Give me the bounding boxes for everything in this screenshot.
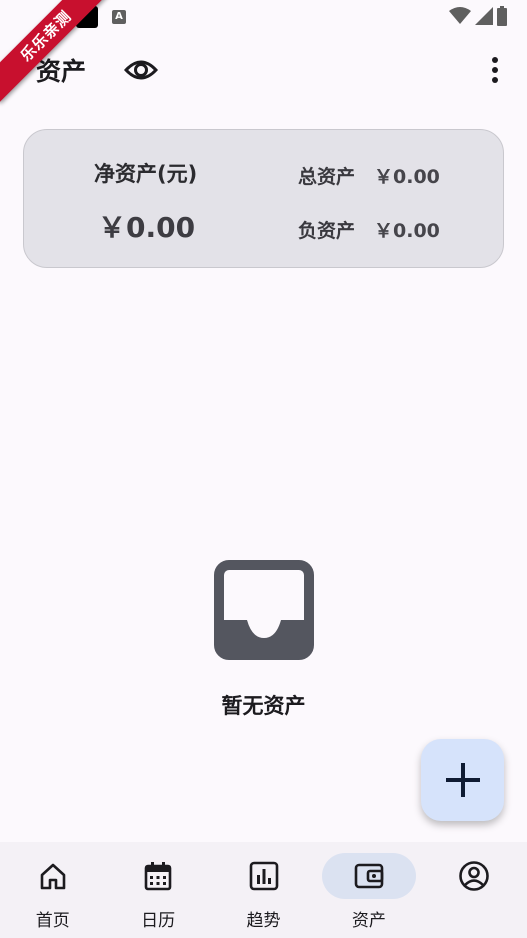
- asset-summary-card: 净资产(元) ￥0.00 总资产 ￥0.00 负资产 ￥0.00: [23, 129, 504, 268]
- eye-icon: [124, 60, 158, 80]
- more-vert-icon: [492, 57, 498, 83]
- empty-state: 暂无资产: [0, 560, 527, 720]
- bottom-navigation: 首页 日历 趋势 资产: [0, 842, 527, 938]
- wifi-icon: [449, 7, 471, 24]
- signal-icon: [475, 7, 493, 25]
- nav-active-indicator: [321, 853, 416, 899]
- inbox-tray-icon: [213, 560, 314, 660]
- total-assets-value: ￥0.00: [374, 166, 440, 188]
- net-assets-value: ￥0.00: [98, 211, 196, 244]
- nav-item-calendar[interactable]: 日历: [105, 842, 210, 938]
- a-badge-icon: A: [112, 10, 126, 24]
- chart-icon: [249, 861, 278, 891]
- calendar-icon: [144, 862, 172, 891]
- nav-label-trend: 趋势: [246, 911, 281, 931]
- nav-label-home: 首页: [35, 911, 70, 931]
- status-icons: [449, 6, 507, 26]
- nav-item-trend[interactable]: 趋势: [211, 842, 316, 938]
- nav-item-profile[interactable]: [422, 842, 527, 938]
- plus-icon: [445, 763, 480, 797]
- home-icon: [40, 863, 66, 890]
- account-circle-icon: [459, 861, 490, 891]
- nav-label-calendar: 日历: [141, 911, 176, 931]
- liabilities-label: 负资产: [298, 220, 356, 242]
- nav-item-home[interactable]: 首页: [0, 842, 105, 938]
- add-asset-button[interactable]: [421, 739, 504, 821]
- battery-icon: [497, 6, 507, 26]
- net-assets-label: 净资产(元): [94, 162, 198, 186]
- liabilities-value: ￥0.00: [374, 220, 440, 242]
- toggle-visibility-button[interactable]: [122, 54, 160, 86]
- wallet-icon: [354, 863, 384, 889]
- empty-state-text: 暂无资产: [221, 694, 306, 718]
- nav-label-assets: 资产: [351, 911, 386, 931]
- total-assets-label: 总资产: [298, 166, 356, 188]
- app-bar: 资产: [0, 48, 527, 92]
- more-options-button[interactable]: [485, 54, 505, 86]
- nav-item-assets[interactable]: 资产: [316, 842, 421, 938]
